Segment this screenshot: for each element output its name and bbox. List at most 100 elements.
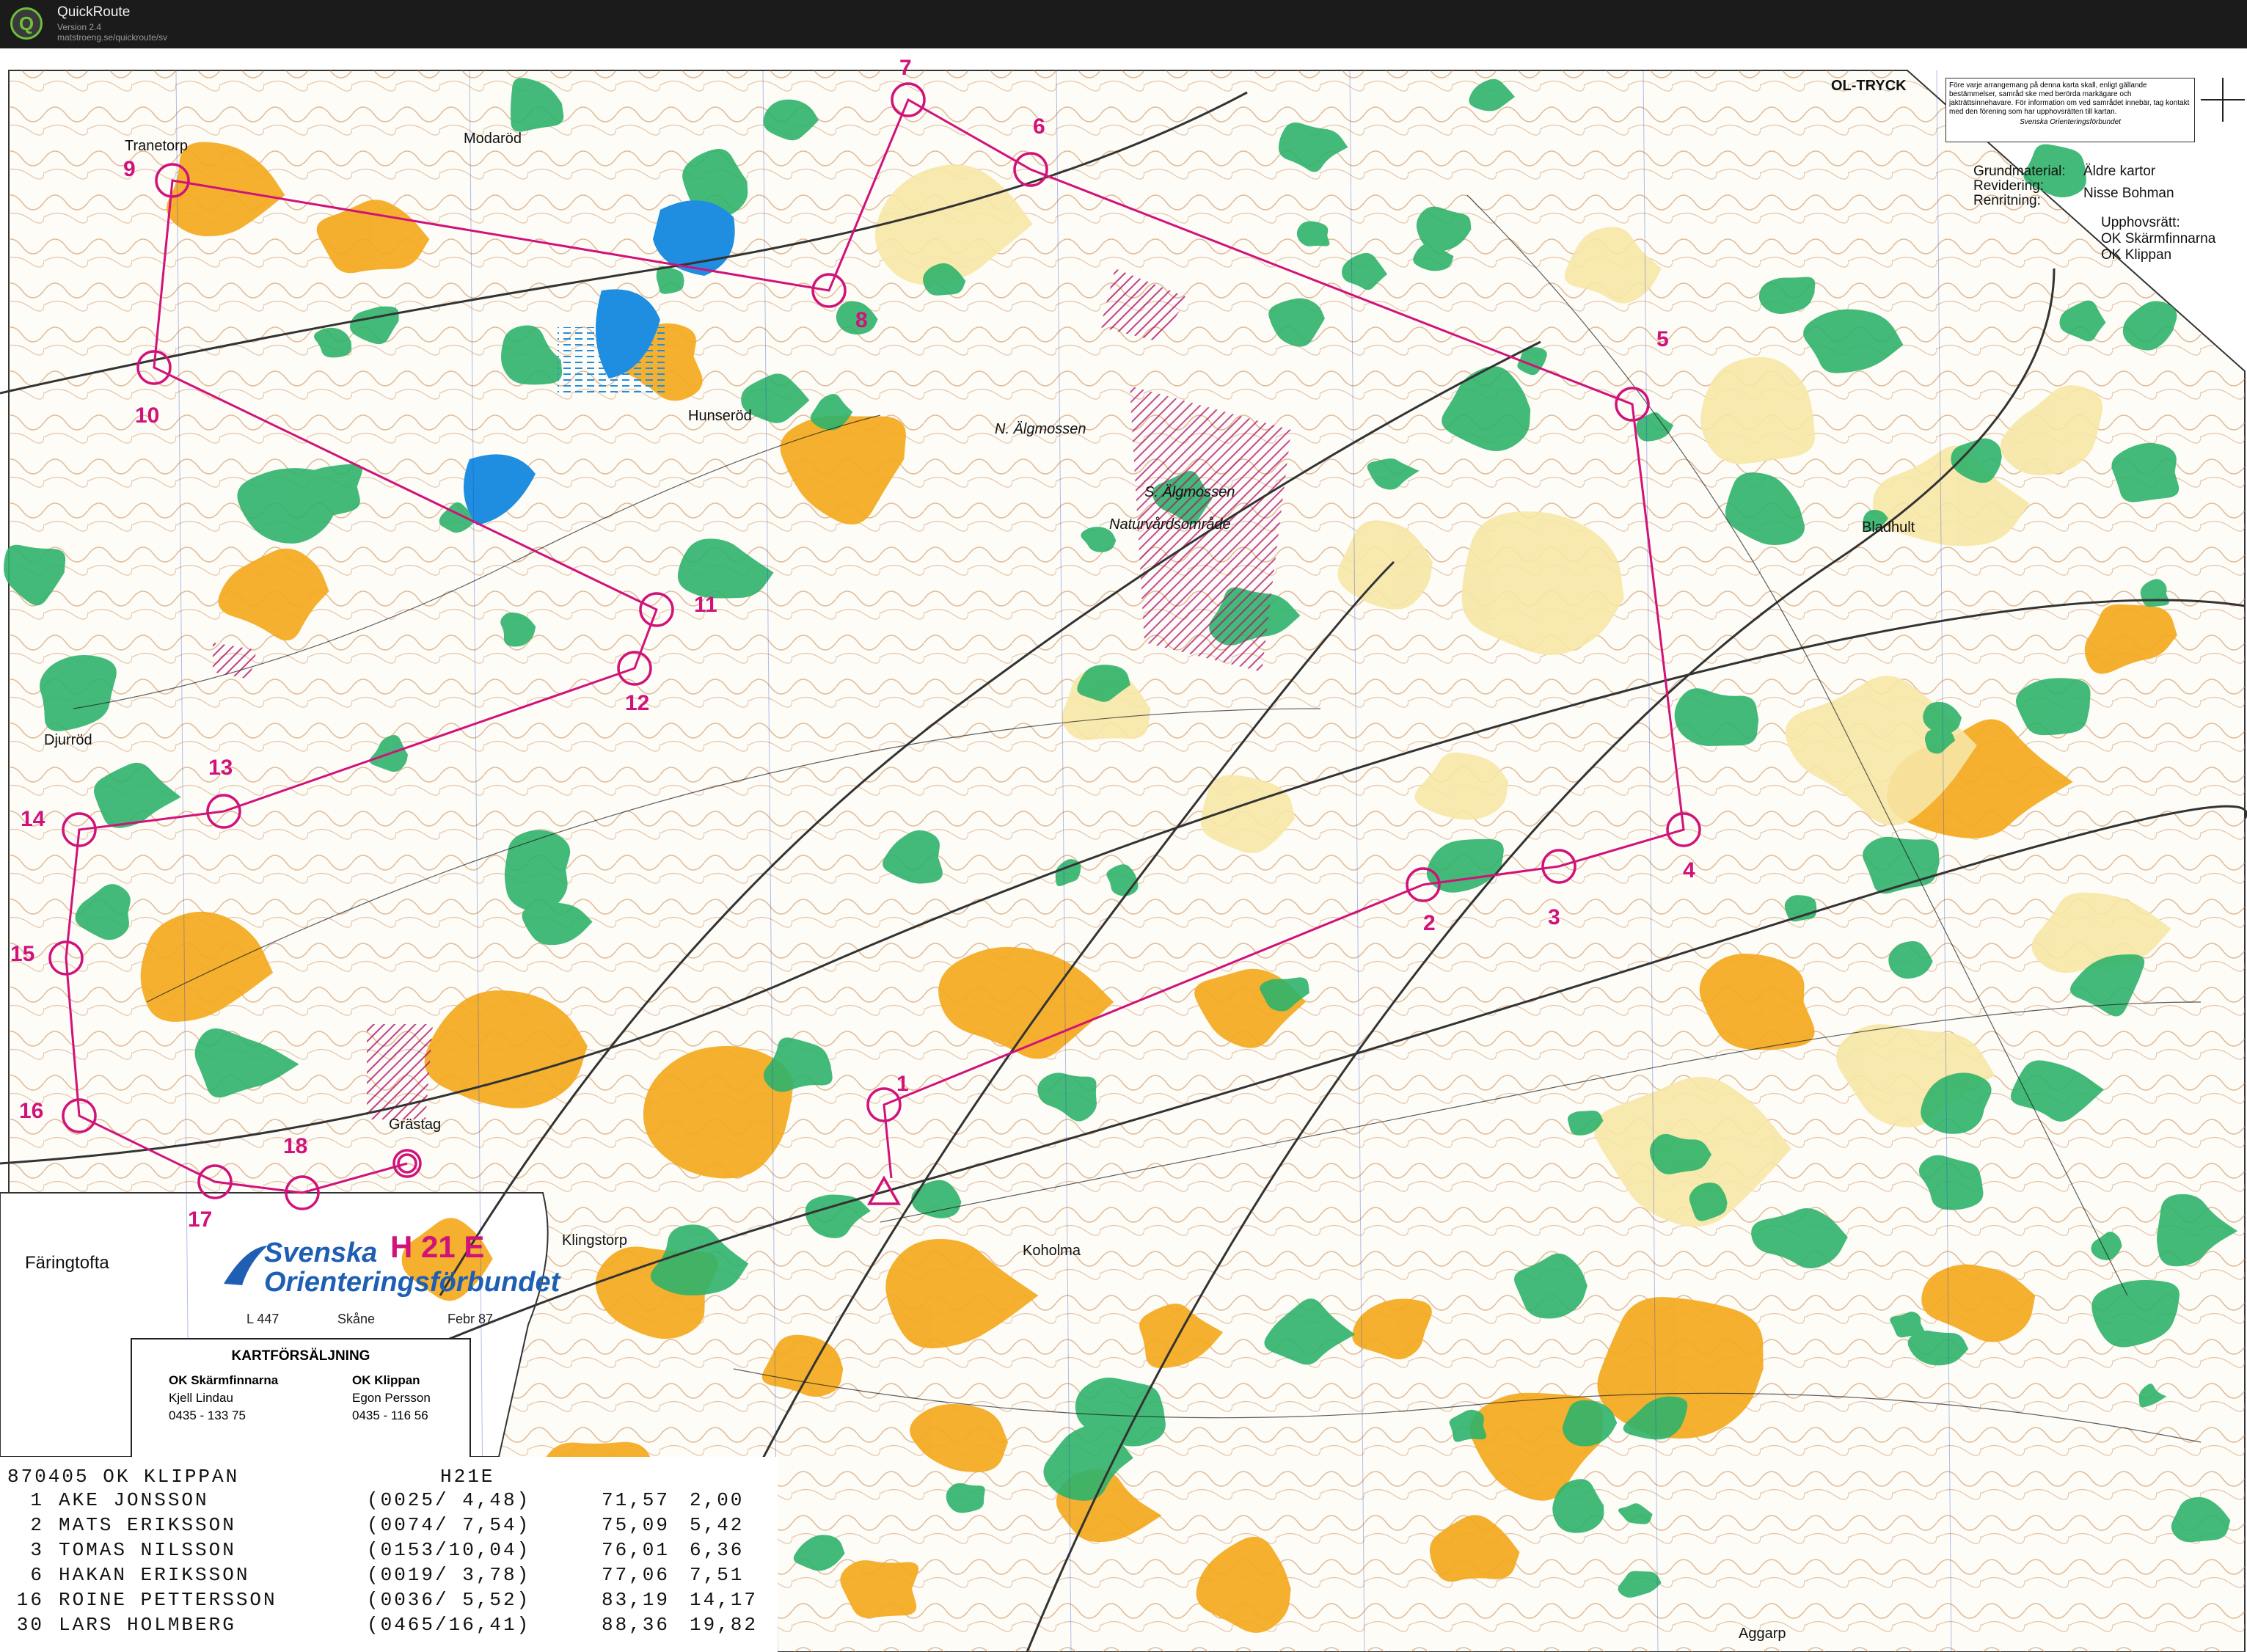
result-time: 83,19 bbox=[602, 1589, 671, 1611]
terrain-patch bbox=[1296, 221, 1330, 246]
credit-value: Äldre kartor bbox=[2083, 164, 2156, 179]
result-place: 30 bbox=[16, 1614, 44, 1636]
result-diff: 5,42 bbox=[690, 1514, 745, 1536]
terrain-patch bbox=[504, 830, 571, 913]
place-name: Grästag bbox=[389, 1116, 442, 1133]
control-number: 11 bbox=[694, 593, 717, 617]
credit-label: Renritning: bbox=[1973, 193, 2041, 208]
control-number: 18 bbox=[283, 1134, 308, 1158]
result-place: 16 bbox=[16, 1589, 44, 1611]
place-name: Hunseröd bbox=[688, 408, 752, 424]
seller-2: OK Klippan Egon Persson 0435 - 116 56 bbox=[352, 1372, 431, 1425]
control-number: 8 bbox=[855, 308, 868, 332]
control-number: 12 bbox=[625, 691, 650, 715]
result-place: 6 bbox=[30, 1564, 44, 1586]
seller-phone: 0435 - 133 75 bbox=[169, 1408, 246, 1422]
control-number: 2 bbox=[1423, 911, 1436, 935]
federation-logo: Svenska Orienteringsförbundet L 447 Skån… bbox=[220, 1221, 560, 1338]
map-date: Febr 87 bbox=[447, 1312, 494, 1326]
result-place: 2 bbox=[30, 1514, 44, 1536]
seller-club: OK Skärmfinnarna bbox=[169, 1373, 279, 1387]
place-name: Koholma bbox=[1023, 1243, 1081, 1259]
seller-club: OK Klippan bbox=[352, 1373, 420, 1387]
legal-notice: Före varje arrangemang på denna karta sk… bbox=[1945, 78, 2195, 142]
result-split: (0074/ 7,54) bbox=[367, 1514, 531, 1536]
place-name: Aggarp bbox=[1739, 1626, 1786, 1642]
results-printout: 870405 OK KLIPPAN H21E 1 AKE JONSSON (0025… bbox=[0, 1457, 778, 1652]
place-name: Bladhult bbox=[1862, 519, 1915, 536]
control-number: 13 bbox=[208, 756, 233, 780]
legal-notice-text: Före varje arrangemang på denna karta sk… bbox=[1949, 81, 2190, 116]
result-diff: 19,82 bbox=[690, 1614, 759, 1636]
credit-value: OK Klippan bbox=[2101, 247, 2172, 263]
place-name: Naturvårdsområde bbox=[1109, 516, 1231, 533]
result-diff: 7,51 bbox=[690, 1564, 745, 1586]
terrain-patch bbox=[946, 1483, 985, 1513]
result-name: ROINE PETTERSSON bbox=[59, 1589, 277, 1611]
control-number: 5 bbox=[1656, 327, 1669, 351]
map-sales-box: KARTFÖRSÄLJNING OK Skärmfinnarna Kjell L… bbox=[131, 1338, 471, 1466]
control-number: 1 bbox=[896, 1072, 909, 1096]
app-url: matstroeng.se/quickroute/sv bbox=[57, 32, 168, 43]
north-cross-icon bbox=[2201, 78, 2245, 122]
seller-name: Kjell Lindau bbox=[169, 1391, 233, 1405]
place-name: Modaröd bbox=[464, 131, 522, 147]
map-sales-title: KARTFÖRSÄLJNING bbox=[231, 1348, 370, 1364]
quickroute-logo-icon: Q bbox=[10, 7, 43, 40]
place-name: Tranetorp bbox=[125, 138, 188, 154]
orienteering-map[interactable]: Modaröd Tranetorp Hunseröd N. Älgmossen … bbox=[0, 48, 2247, 1652]
place-name: Djurröd bbox=[44, 732, 92, 748]
control-number: 4 bbox=[1683, 858, 1695, 882]
result-time: 71,57 bbox=[602, 1489, 671, 1511]
result-split: (0036/ 5,52) bbox=[367, 1589, 531, 1611]
terrain-patch bbox=[1784, 895, 1817, 922]
result-time: 77,06 bbox=[602, 1564, 671, 1586]
result-split: (0019/ 3,78) bbox=[367, 1564, 531, 1586]
control-number: 17 bbox=[188, 1207, 213, 1232]
result-diff: 14,17 bbox=[690, 1589, 759, 1611]
result-name: LARS HOLMBERG bbox=[59, 1614, 236, 1636]
federation-name-line1: Svenska bbox=[264, 1238, 378, 1268]
place-name: S. Älgmossen bbox=[1144, 484, 1235, 500]
result-split: (0153/10,04) bbox=[367, 1539, 531, 1561]
result-diff: 6,36 bbox=[690, 1539, 745, 1561]
map-region: Skåne bbox=[337, 1312, 376, 1326]
results-class: H21E bbox=[440, 1466, 495, 1488]
terrain-patch bbox=[1674, 688, 1759, 746]
result-split: (0465/16,41) bbox=[367, 1614, 531, 1636]
control-number: 15 bbox=[10, 942, 35, 966]
place-name: N. Älgmossen bbox=[995, 421, 1086, 437]
result-time: 76,01 bbox=[602, 1539, 671, 1561]
result-place: 3 bbox=[30, 1539, 44, 1561]
ol-tryck-logo: OL-TRYCK bbox=[1831, 78, 1907, 94]
seller-phone: 0435 - 116 56 bbox=[352, 1408, 428, 1422]
result-name: HAKAN ERIKSSON bbox=[59, 1564, 250, 1586]
control-number: 16 bbox=[19, 1099, 44, 1123]
seller-name: Egon Persson bbox=[352, 1391, 431, 1405]
marsh bbox=[558, 327, 668, 393]
control-number: 7 bbox=[899, 56, 912, 80]
seller-1: OK Skärmfinnarna Kjell Lindau 0435 - 133… bbox=[169, 1372, 278, 1425]
terrain-patch bbox=[2015, 678, 2091, 736]
app-title: QuickRoute bbox=[57, 4, 131, 20]
federation-name: Svenska Orienteringsförbundet bbox=[264, 1238, 560, 1297]
result-time: 75,09 bbox=[602, 1514, 671, 1536]
control-number: 14 bbox=[21, 807, 45, 831]
result-name: MATS ERIKSSON bbox=[59, 1514, 236, 1536]
credit-value: Nisse Bohman bbox=[2083, 186, 2174, 201]
result-split: (0025/ 4,48) bbox=[367, 1489, 531, 1511]
legal-notice-signature: Svenska Orienteringsförbundet bbox=[2020, 118, 2121, 126]
control-number: 9 bbox=[123, 157, 136, 181]
result-time: 88,36 bbox=[602, 1614, 671, 1636]
credit-label: Upphovsrätt: bbox=[2101, 215, 2180, 230]
control-number: 3 bbox=[1548, 905, 1560, 929]
place-name: Klingstorp bbox=[562, 1232, 627, 1249]
federation-name-line2: Orienteringsförbundet bbox=[264, 1267, 560, 1298]
app-version: Version 2.4 bbox=[57, 22, 102, 32]
control-number: 6 bbox=[1033, 114, 1045, 139]
result-place: 1 bbox=[30, 1489, 44, 1511]
result-diff: 2,00 bbox=[690, 1489, 745, 1511]
results-header: 870405 OK KLIPPAN bbox=[7, 1466, 239, 1488]
result-name: TOMAS NILSSON bbox=[59, 1539, 236, 1561]
place-name: Färingtofta bbox=[25, 1253, 109, 1273]
